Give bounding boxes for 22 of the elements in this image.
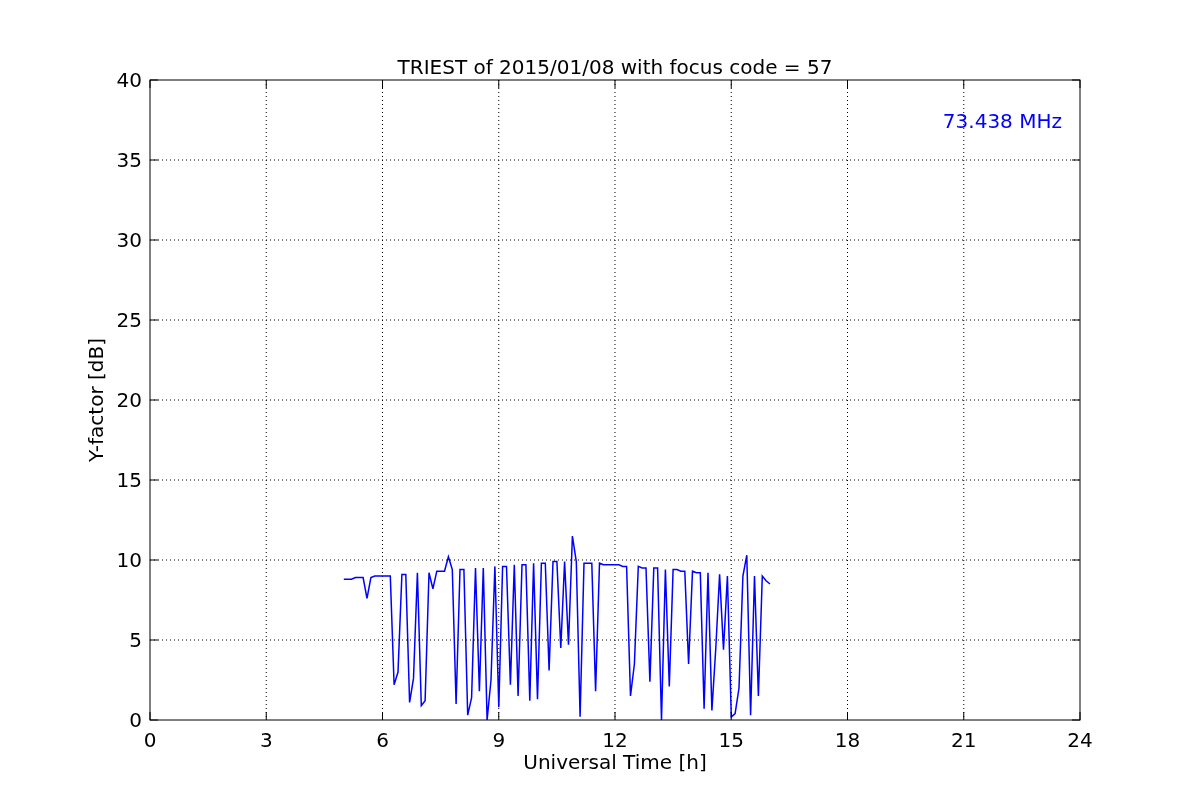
tick-label: 6 xyxy=(376,728,389,752)
tick-label: 12 xyxy=(602,728,628,752)
tick-label: 0 xyxy=(129,708,142,732)
tick-label: 0 xyxy=(143,728,157,752)
tick-label: 5 xyxy=(129,628,142,652)
tick-label: 15 xyxy=(718,728,744,752)
y-axis-label: Y-factor [dB] xyxy=(84,338,108,462)
chart-title: TRIEST of 2015/01/08 with focus code = 57 xyxy=(397,55,833,79)
tick-label: 15 xyxy=(116,468,142,492)
tick-label: 3 xyxy=(259,728,273,752)
x-axis-label: Universal Time [h] xyxy=(523,750,707,774)
tick-label: 30 xyxy=(116,228,142,252)
tick-label: 10 xyxy=(116,548,142,572)
tick-label: 40 xyxy=(116,68,142,92)
tick-label: 9 xyxy=(492,728,506,752)
tick-label: 20 xyxy=(116,388,142,412)
tick-label: 18 xyxy=(834,728,861,752)
tick-label: 24 xyxy=(1067,728,1093,752)
tick-label: 25 xyxy=(116,308,142,332)
tick-label: 35 xyxy=(116,148,142,172)
tick-label: 21 xyxy=(951,728,977,752)
series-label: 73.438 MHz xyxy=(942,109,1062,133)
